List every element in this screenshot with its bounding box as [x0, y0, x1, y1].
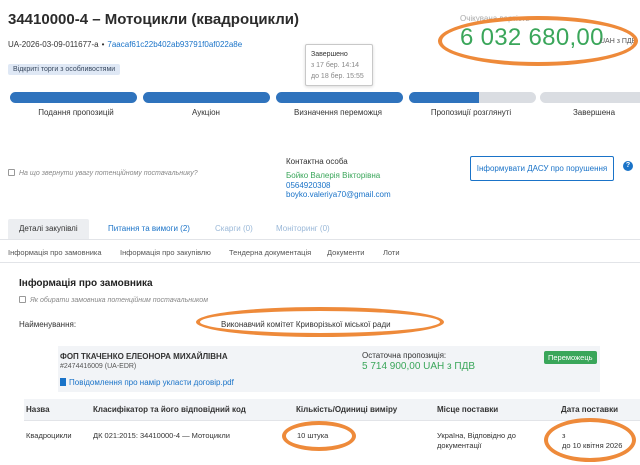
- col-quantity: Кількість/Одиниці виміру: [296, 405, 398, 414]
- stage-tooltip: Завершено з 17 бер. 14:14 до 18 бер. 15:…: [305, 44, 373, 86]
- page-title: 34410000-4 – Мотоцикли (квадроцикли): [8, 11, 299, 28]
- table-divider: [24, 420, 640, 421]
- tender-id-line: UA-2026-03-09-011677-a • 7aacaf61c22b402ab…: [8, 40, 242, 49]
- tooltip-to: до 18 бер. 15:55: [311, 73, 364, 80]
- report-dasu-button[interactable]: Інформувати ДАСУ про порушення: [470, 156, 614, 181]
- tab-monitoring[interactable]: Моніторинг (0): [276, 219, 330, 239]
- col-date: Дата поставки: [561, 405, 619, 414]
- winner-edr: #2474416009 (UA-EDR): [60, 363, 137, 370]
- subnav-lots[interactable]: Лоти: [383, 248, 400, 257]
- stage-label-winner: Визначення переможця: [294, 108, 382, 117]
- stage-bar-winner: [276, 92, 403, 103]
- col-classifier: Класифікатор та його відповідний код: [93, 405, 246, 414]
- tab-details[interactable]: Деталі закупівлі: [8, 219, 89, 239]
- tabs-divider: [0, 239, 640, 240]
- stage-label-submission: Подання пропозицій: [38, 108, 114, 117]
- col-name: Назва: [26, 405, 50, 414]
- help-icon[interactable]: ?: [623, 161, 633, 171]
- stage-bar-completed: [540, 92, 640, 103]
- tender-id: UA-2026-03-09-011677-a: [8, 40, 99, 49]
- cell-classifier: ДК 021:2015: 34410000-4 — Мотоцикли: [93, 431, 230, 440]
- stage-bar-reviewed: [409, 92, 536, 103]
- supplier-hint-text: На що звернути увагу потенційному постач…: [19, 170, 198, 177]
- cell-date-from: з: [562, 431, 566, 440]
- winner-document-name: Повідомлення про намір укласти договір.p…: [69, 378, 234, 387]
- stage-bar-submission: [10, 92, 137, 103]
- customer-name-value: Виконавчий комітет Криворізької міської …: [221, 320, 391, 329]
- procedure-type-badge: Відкриті торги з особливостями: [8, 64, 121, 75]
- separator: •: [101, 40, 105, 49]
- stage-bar-auction: [143, 92, 270, 103]
- supplier-hint-link[interactable]: На що звернути увагу потенційному постач…: [8, 169, 198, 177]
- expected-value-label: Очікувана вартість: [460, 14, 530, 23]
- cell-date-to: до 10 квітня 2026: [562, 441, 623, 450]
- edit-icon: [19, 296, 26, 303]
- contact-heading: Контактна особа: [286, 157, 348, 166]
- customer-name-label: Найменування:: [19, 320, 77, 329]
- edit-icon: [8, 169, 15, 176]
- cell-date: з до 10 квітня 2026: [562, 431, 622, 451]
- tooltip-title: Завершено: [311, 51, 348, 58]
- subnav-documents[interactable]: Документи: [327, 248, 364, 257]
- subnav-procurement[interactable]: Інформація про закупівлю: [120, 248, 211, 257]
- subnav-divider: [0, 262, 640, 263]
- stage-label-auction: Аукціон: [192, 108, 220, 117]
- contact-phone-link[interactable]: 0564920308: [286, 181, 331, 190]
- tab-questions[interactable]: Питання та вимоги (2): [108, 219, 190, 239]
- contact-email-link[interactable]: boyko.valeriya70@gmail.com: [286, 190, 391, 199]
- tab-complaints[interactable]: Скарги (0): [215, 219, 253, 239]
- tender-hash-link[interactable]: 7aacaf61c22b402ab93791f0af022a8e: [107, 40, 242, 49]
- final-offer-value: 5 714 900,00 UAH з ПДВ: [362, 361, 476, 372]
- cell-place: Україна, Відповідно до документації: [437, 431, 516, 451]
- subnav-customer[interactable]: Інформація про замовника: [8, 248, 102, 257]
- cell-place-line2: документації: [437, 441, 482, 450]
- tooltip-from: з 17 бер. 14:14: [311, 62, 360, 69]
- stage-label-completed: Завершена: [572, 108, 616, 117]
- winner-name: ФОП ТКАЧЕНКО ЕЛЕОНОРА МИХАЙЛІВНА: [60, 352, 228, 361]
- customer-section-title: Інформація про замовника: [19, 278, 153, 289]
- file-icon: [60, 378, 66, 386]
- subnav-tender-docs[interactable]: Тендерна документація: [229, 248, 311, 257]
- winner-document-link[interactable]: Повідомлення про намір укласти договір.p…: [60, 378, 234, 387]
- cell-place-line1: Україна, Відповідно до: [437, 431, 516, 440]
- col-place: Місце поставки: [437, 405, 499, 414]
- cell-name: Квадроцикли: [26, 431, 72, 440]
- stage-progress-bar: [10, 92, 640, 104]
- winner-status-badge: Переможець: [544, 351, 597, 364]
- contact-name: Бойко Валерія Вікторівна: [286, 171, 381, 180]
- expected-value-amount: 6 032 680,00: [460, 24, 604, 51]
- expected-value-currency: UAH з ПДВ: [600, 38, 637, 45]
- cell-quantity: 10 штука: [297, 431, 329, 440]
- final-offer-label: Остаточна пропозиція:: [362, 351, 447, 360]
- customer-howto-text: Як обирати замовника потенційним постача…: [30, 297, 208, 304]
- customer-howto-link[interactable]: Як обирати замовника потенційним постача…: [19, 296, 208, 304]
- stage-label-reviewed: Пропозиції розглянуті: [430, 108, 512, 117]
